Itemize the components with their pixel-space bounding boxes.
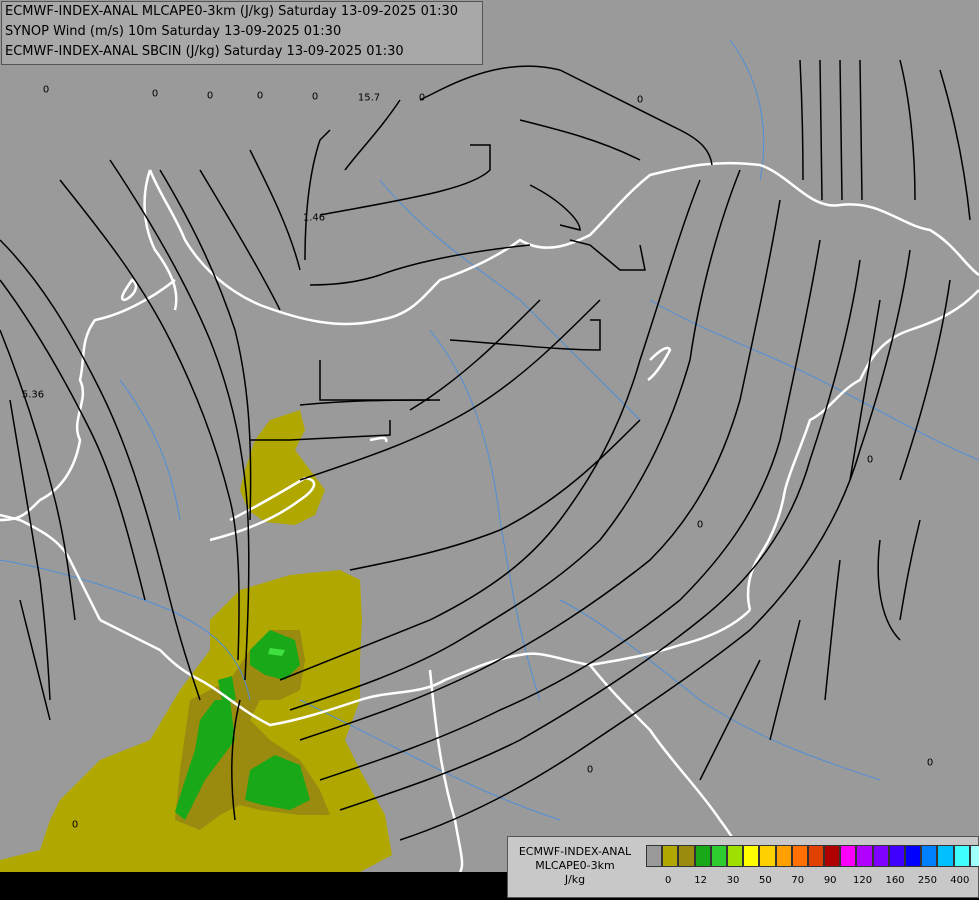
legend-swatch bbox=[807, 845, 825, 867]
station-value: 0 bbox=[311, 91, 319, 103]
legend-name: ECMWF-INDEX-ANAL MLCAPE0-3km J/kg bbox=[508, 845, 642, 887]
legend-tick: 160 bbox=[885, 875, 905, 886]
station-value: 0 bbox=[696, 519, 704, 531]
legend-swatch bbox=[824, 845, 841, 867]
legend-swatch bbox=[662, 845, 679, 867]
legend-swatch bbox=[921, 845, 938, 867]
station-value: 5.36 bbox=[21, 389, 45, 401]
legend-swatch bbox=[905, 845, 922, 867]
legend-swatch bbox=[872, 845, 889, 867]
station-value: 0 bbox=[206, 90, 214, 102]
legend-swatch bbox=[726, 845, 744, 867]
legend-swatch bbox=[856, 845, 873, 867]
title-line-cape: ECMWF-INDEX-ANAL MLCAPE0-3km (J/kg) Satu… bbox=[5, 4, 459, 19]
cape-shading bbox=[0, 410, 392, 872]
legend-name-line: ECMWF-INDEX-ANAL bbox=[518, 845, 632, 858]
legend-swatch bbox=[937, 845, 954, 867]
station-value: 0 bbox=[151, 88, 159, 100]
station-value: 1.46 bbox=[302, 212, 326, 224]
legend-swatch bbox=[953, 845, 970, 867]
title-line-cin: ECMWF-INDEX-ANAL SBCIN (J/kg) Saturday 1… bbox=[5, 44, 404, 59]
color-legend: ECMWF-INDEX-ANAL MLCAPE0-3km J/kg 0 12 30 5… bbox=[507, 836, 979, 898]
legend-tick: 30 bbox=[726, 875, 740, 886]
legend-swatch bbox=[759, 845, 776, 867]
legend-swatch bbox=[775, 845, 792, 867]
legend-tick: 90 bbox=[823, 875, 837, 886]
map-canvas bbox=[0, 39, 979, 873]
legend-swatch bbox=[743, 845, 760, 867]
station-value: 0 bbox=[636, 94, 644, 106]
station-value: 0 bbox=[256, 90, 264, 102]
legend-swatch bbox=[646, 845, 663, 867]
legend-name-line: MLCAPE0-3km bbox=[535, 859, 615, 872]
legend-swatch bbox=[678, 845, 695, 867]
legend-tick: 12 bbox=[694, 875, 707, 886]
legend-swatches bbox=[646, 845, 979, 867]
weather-map: 0 0 0 0 0 15.7 0 5.36 1.46 0 0 0 0 0 0 bbox=[0, 0, 979, 900]
legend-swatch bbox=[840, 845, 857, 867]
station-value: 15.7 bbox=[357, 92, 381, 104]
station-value: 0 bbox=[71, 819, 79, 831]
legend-swatch bbox=[694, 845, 711, 867]
legend-swatch bbox=[888, 845, 905, 867]
legend-ticks: 0 12 30 50 70 90 120 160 250 400 bbox=[646, 875, 976, 889]
map-title-box: ECMWF-INDEX-ANAL MLCAPE0-3km (J/kg) Satu… bbox=[1, 1, 483, 65]
title-line-wind: SYNOP Wind (m/s) 10m Saturday 13-09-2025… bbox=[5, 24, 342, 39]
legend-tick: 70 bbox=[791, 875, 805, 886]
legend-tick: 400 bbox=[950, 875, 970, 886]
legend-swatch bbox=[969, 845, 979, 867]
station-value: 0 bbox=[418, 92, 426, 104]
legend-swatch bbox=[710, 845, 727, 867]
legend-tick: 120 bbox=[853, 875, 873, 886]
station-value: 0 bbox=[926, 757, 934, 769]
station-value: 0 bbox=[42, 84, 50, 96]
legend-tick: 250 bbox=[917, 875, 937, 886]
legend-tick: 0 bbox=[665, 875, 672, 886]
station-value: 0 bbox=[586, 764, 594, 776]
station-value: 0 bbox=[866, 454, 874, 466]
legend-tick: 50 bbox=[759, 875, 772, 886]
streamlines bbox=[0, 59, 971, 841]
legend-name-line: J/kg bbox=[564, 873, 586, 886]
legend-swatch bbox=[791, 845, 808, 867]
